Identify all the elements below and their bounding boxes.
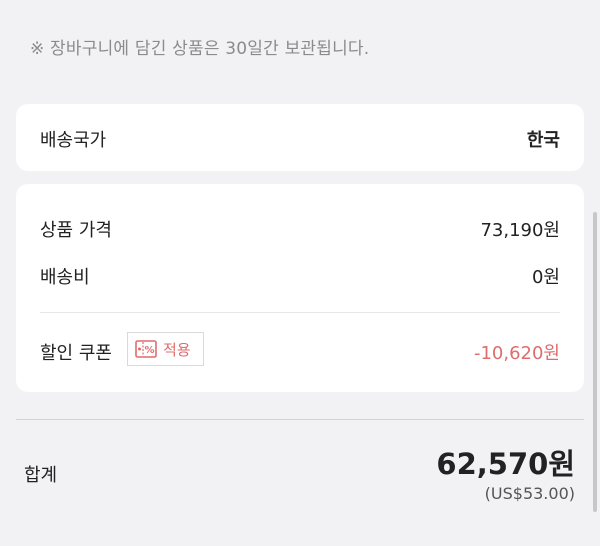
shipping-country-label: 배송국가 <box>40 130 107 151</box>
price-summary-card: 상품 가격 73,190원 배송비 0원 할인 쿠폰 % 적용 -10,620원 <box>16 184 584 392</box>
product-price-value: 73,190원 <box>480 220 560 241</box>
total-label: 합계 <box>24 465 58 486</box>
cart-retention-notice: ※ 장바구니에 담긴 상품은 30일간 보관됩니다. <box>30 39 370 59</box>
svg-text:%: % <box>144 345 154 356</box>
coupon-label: 할인 쿠폰 <box>40 343 112 364</box>
price-divider <box>40 312 560 313</box>
discount-value: -10,620원 <box>473 343 560 364</box>
coupon-icon: % <box>135 340 157 358</box>
shipping-fee-value: 0원 <box>531 267 560 288</box>
total-value: 62,570원 <box>436 447 575 481</box>
shipping-fee-label: 배송비 <box>40 267 90 288</box>
total-divider <box>16 419 584 420</box>
apply-coupon-button[interactable]: % 적용 <box>127 332 204 366</box>
apply-coupon-label: 적용 <box>163 340 191 359</box>
product-price-label: 상품 가격 <box>40 220 112 241</box>
total-usd-value: (US$53.00) <box>484 484 575 503</box>
shipping-country-value: 한국 <box>526 130 560 151</box>
scrollbar[interactable] <box>593 212 597 512</box>
shipping-country-card[interactable]: 배송국가 한국 <box>16 104 584 171</box>
